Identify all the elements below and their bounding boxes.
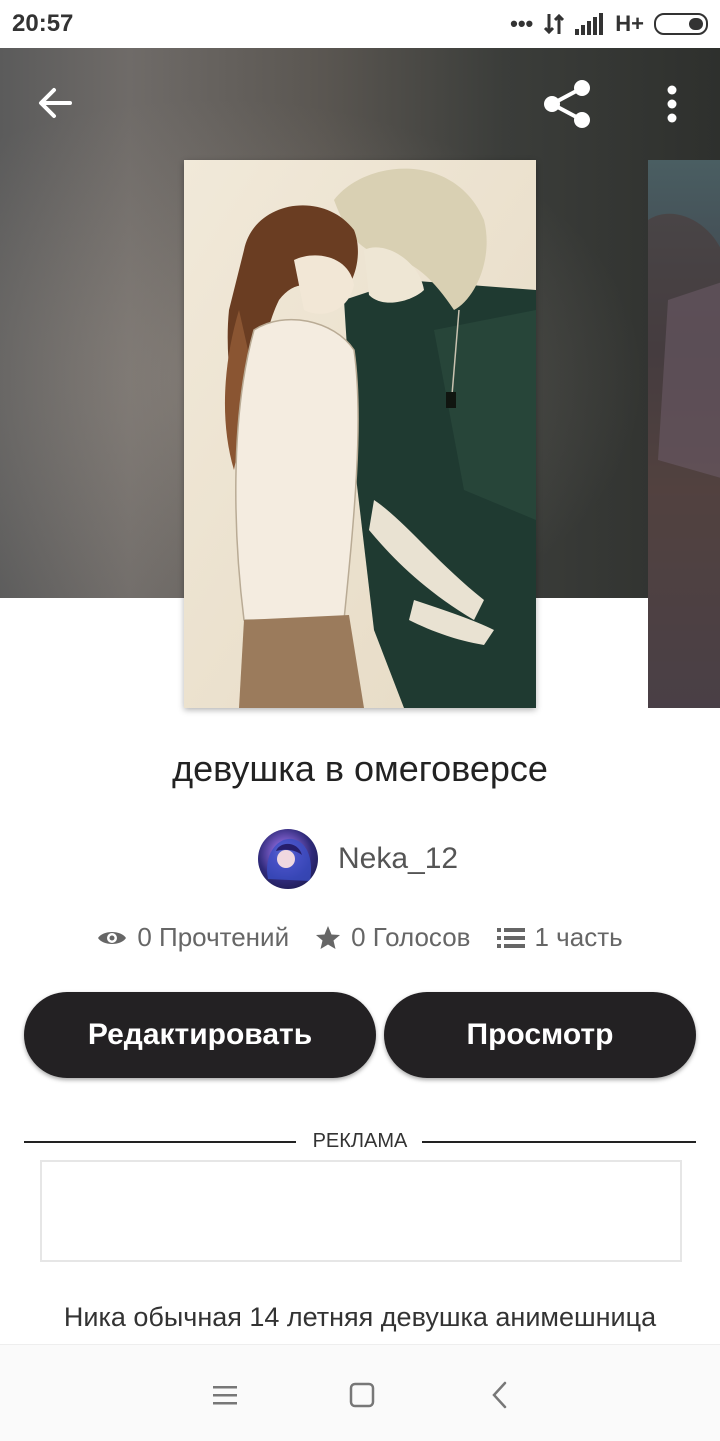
votes-stat: 0 Голосов [315, 922, 471, 953]
next-story-cover[interactable] [648, 160, 720, 708]
share-icon [544, 80, 590, 128]
story-description: Ника обычная 14 летняя девушка анимешниц… [63, 1302, 657, 1332]
star-icon [316, 925, 341, 949]
story-cover-image[interactable] [184, 160, 536, 708]
data-arrows-icon [544, 13, 565, 35]
story-title: девушка в омеговерсе [172, 748, 548, 789]
ad-placeholder[interactable] [40, 1160, 682, 1262]
more-vertical-icon [667, 85, 677, 123]
battery-icon [654, 13, 708, 35]
back-button[interactable] [30, 78, 80, 128]
status-time: 20:57 [12, 10, 74, 37]
author-name[interactable]: Neka_12 [338, 842, 458, 876]
author-row[interactable]: Neka_12 [258, 828, 458, 890]
dots-icon: ••• [510, 11, 534, 36]
cover-illustration [184, 160, 536, 708]
status-icons: ••• H+ [510, 10, 708, 38]
home-square-icon [349, 1382, 375, 1408]
parts-stat: 1 часть [496, 922, 623, 953]
status-bar: 20:57 ••• H+ [0, 0, 720, 48]
ad-divider: РЕКЛАМА [24, 1130, 696, 1154]
edit-button[interactable]: Редактировать [24, 992, 376, 1078]
network-type: H+ [615, 11, 644, 36]
nav-back-button[interactable] [480, 1375, 520, 1415]
list-icon [496, 927, 525, 948]
signal-icon [575, 13, 604, 35]
votes-count: 0 Голосов [351, 922, 471, 952]
parts-count: 1 часть [534, 922, 623, 952]
reads-stat: 0 Прочтений [97, 922, 289, 953]
avatar[interactable] [258, 829, 318, 889]
back-chevron-icon [492, 1381, 507, 1409]
menu-icon [213, 1386, 237, 1405]
story-stats: 0 Прочтений 0 Голосов 1 часть [0, 922, 720, 953]
arrow-left-icon [39, 88, 72, 118]
more-options-button[interactable] [652, 80, 692, 128]
nav-menu-button[interactable] [205, 1375, 245, 1415]
reads-count: 0 Прочтений [137, 922, 290, 952]
eye-icon [98, 931, 127, 944]
share-button[interactable] [540, 76, 596, 132]
system-nav-bar [0, 1344, 720, 1441]
nav-home-button[interactable] [342, 1375, 382, 1415]
view-button[interactable]: Просмотр [384, 992, 696, 1078]
